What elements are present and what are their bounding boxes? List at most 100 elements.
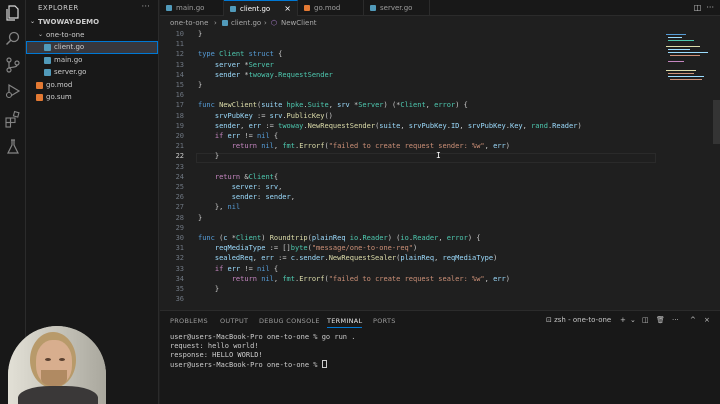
breadcrumb-folder[interactable]: one-to-one (170, 16, 208, 30)
minimap[interactable] (660, 30, 720, 310)
breadcrumb-file[interactable]: client.go (231, 16, 261, 30)
code-line: return nil, fmt.Errorf("failed to create… (231, 274, 510, 283)
line-number: 16 (175, 91, 184, 100)
line-number: 19 (175, 121, 184, 130)
code-line: type Client struct { (198, 50, 283, 59)
explorer-icon[interactable] (4, 4, 22, 22)
tab-terminal[interactable]: TERMINAL (327, 317, 363, 328)
add-terminal-icon[interactable]: + (620, 316, 626, 324)
code-line: sender *twoway.RequestSender (214, 70, 333, 79)
terminal-line: request: hello world! (170, 342, 259, 350)
function-icon: ⬡ (271, 19, 278, 27)
file-main-go[interactable]: main.go (26, 54, 158, 67)
file-client-go[interactable]: client.go (26, 41, 158, 54)
line-number: 14 (175, 70, 184, 79)
line-number: 25 (175, 183, 184, 191)
file-server-go[interactable]: server.go (26, 66, 158, 79)
minimap-line (670, 55, 700, 56)
line-number: 32 (175, 254, 184, 263)
chevron-down-icon: ⌄ (30, 18, 36, 25)
tab-server-go[interactable]: server.go (364, 0, 430, 16)
more-actions-icon[interactable]: ··· (672, 316, 679, 324)
code-line: func (c *Client) Roundtrip(plainReq io.R… (198, 234, 481, 242)
go-file-icon (44, 69, 51, 76)
code-line: } (198, 30, 203, 38)
close-icon[interactable]: × (704, 316, 710, 324)
editor-actions: ◫ ··· (694, 0, 714, 16)
maximize-panel-icon[interactable]: ^ (690, 316, 696, 324)
code-editor[interactable]: 10 } 11 12 type Client struct { 13 serve… (160, 30, 720, 310)
minimap-line (668, 61, 684, 62)
line-number: 22 (175, 152, 184, 161)
code-line: reqMediaType := []byte("message/one-to-o… (214, 244, 418, 253)
more-actions-icon[interactable]: ··· (141, 2, 150, 12)
code-line: sealedReq, err := c.sender.NewRequestSea… (214, 254, 498, 263)
minimap-line (668, 40, 694, 41)
project-root[interactable]: ⌄ TWOWAY-DEMO (26, 16, 158, 29)
code-line: srvPubKey := srv.PublicKey() (214, 111, 333, 120)
line-number: 17 (175, 101, 184, 110)
minimap-line (666, 34, 686, 35)
line-number: 11 (175, 40, 184, 49)
person-eye (45, 358, 51, 361)
editor-scrollbar[interactable] (713, 100, 720, 144)
line-number: 26 (175, 193, 184, 202)
tab-problems[interactable]: PROBLEMS (170, 317, 208, 325)
split-terminal-icon[interactable]: ◫ (642, 316, 649, 324)
code-line: return &Client{ (214, 172, 279, 181)
terminal-cursor (321, 360, 327, 368)
line-number: 33 (175, 264, 184, 273)
terminal-shell-selector[interactable]: ⊡ zsh - one-to-one (546, 316, 611, 324)
go-file-icon (166, 5, 172, 11)
tab-main-go[interactable]: main.go (160, 0, 224, 16)
tab-debug-console[interactable]: DEBUG CONSOLE (259, 317, 320, 325)
code-line: return nil, fmt.Errorf("failed to create… (231, 142, 510, 151)
line-number: 18 (175, 111, 184, 120)
terminal-prompt[interactable]: user@users-MacBook-Pro one-to-one % (170, 360, 327, 369)
line-number: 31 (175, 244, 184, 253)
tab-ports[interactable]: PORTS (373, 317, 396, 325)
testing-icon[interactable] (4, 138, 22, 156)
extensions-icon[interactable] (4, 110, 22, 128)
line-number: 23 (175, 162, 184, 171)
close-icon[interactable]: × (284, 1, 291, 17)
file-go-sum[interactable]: go.sum (26, 91, 158, 104)
line-number: 36 (175, 295, 184, 304)
line-number: 34 (175, 274, 184, 283)
code-line: } (198, 152, 220, 161)
run-debug-icon[interactable] (4, 82, 22, 100)
source-control-icon[interactable] (4, 56, 22, 74)
folder-one-to-one[interactable]: ⌄ one-to-one (26, 29, 158, 42)
person-shirt (18, 386, 98, 404)
file-go-mod[interactable]: go.mod (26, 79, 158, 92)
split-editor-icon[interactable]: ◫ (694, 3, 702, 12)
line-number: 21 (175, 142, 184, 151)
line-number: 29 (175, 223, 184, 232)
breadcrumb-symbol[interactable]: NewClient (281, 16, 317, 30)
more-actions-icon[interactable]: ··· (706, 3, 714, 12)
trash-icon[interactable]: 🗑 (656, 316, 665, 324)
terminal-line: response: HELLO WORLD! (170, 351, 263, 359)
minimap-line (666, 46, 700, 47)
code-line: server *Server (214, 60, 274, 69)
line-number: 27 (175, 203, 184, 212)
code-line: func NewClient(suite hpke.Suite, srv *Se… (198, 101, 468, 110)
code-line: }, nil (198, 203, 241, 212)
go-file-icon (222, 20, 228, 26)
line-number: 10 (175, 30, 184, 38)
minimap-line (668, 76, 704, 77)
code-line: } (198, 81, 203, 89)
person-eye (59, 358, 65, 361)
code-line: } (198, 285, 220, 293)
tab-go-mod[interactable]: go.mod (298, 0, 364, 16)
chevron-down-icon[interactable]: ⌄ (630, 316, 636, 324)
webcam-overlay (8, 326, 106, 404)
bottom-panel: PROBLEMS OUTPUT DEBUG CONSOLE TERMINAL P… (160, 310, 720, 404)
search-icon[interactable] (4, 30, 22, 48)
explorer-title: EXPLORER (38, 4, 79, 12)
code-line: sender, err := twoway.NewRequestSender(s… (214, 121, 582, 130)
person-beard (41, 370, 67, 386)
tab-client-go[interactable]: client.go × (224, 0, 298, 16)
current-line-highlight (196, 152, 656, 163)
tab-output[interactable]: OUTPUT (220, 317, 248, 325)
